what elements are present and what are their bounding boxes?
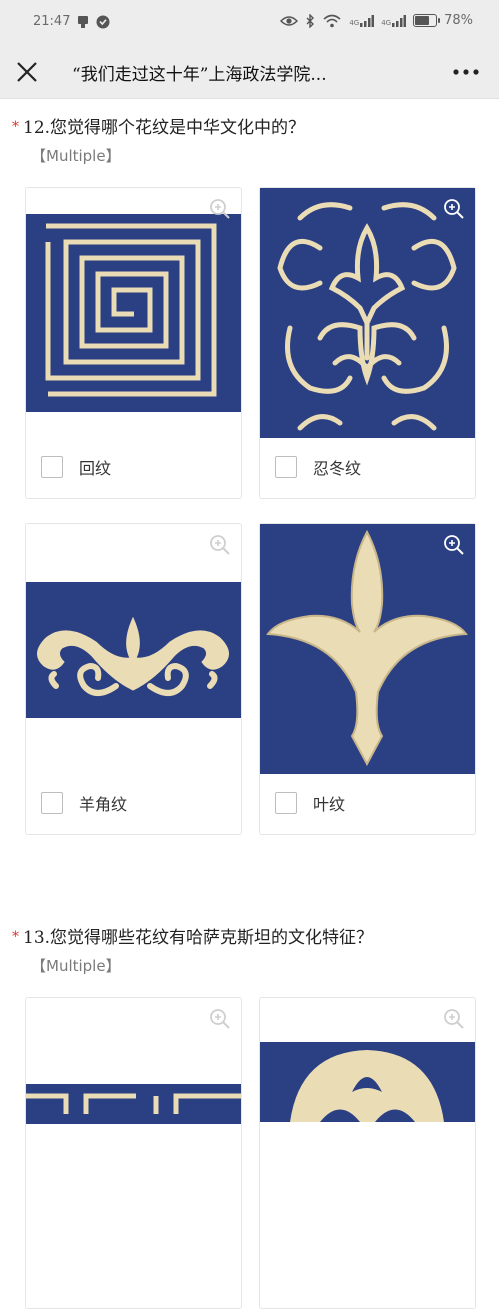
question-text: 12.您觉得哪个花纹是中华文化中的？ — [23, 118, 306, 138]
zoom-icon[interactable] — [443, 198, 465, 220]
checkbox[interactable] — [275, 792, 297, 814]
battery-percent: 78% — [444, 13, 473, 28]
option-checkbox-row[interactable]: 忍冬纹 — [275, 455, 361, 479]
question-type-tag: 【Multiple】 — [31, 957, 121, 975]
wifi-icon — [323, 14, 341, 27]
eye-icon — [280, 15, 299, 26]
leaf-pattern-image — [260, 524, 475, 774]
rendong-pattern-image — [260, 188, 475, 438]
circle-pattern-image — [260, 1042, 475, 1122]
notification-icon — [78, 15, 89, 28]
more-icon[interactable] — [451, 61, 481, 83]
question-text: 13.您觉得哪些花纹有哈萨克斯坦的文化特征？ — [23, 928, 374, 948]
question-type-tag: 【Multiple】 — [31, 147, 121, 165]
heart-shield-icon — [96, 15, 110, 28]
option-card[interactable]: 回纹 — [25, 187, 242, 499]
required-star: * — [12, 119, 19, 135]
option-label: 忍冬纹 — [313, 459, 362, 478]
required-star: * — [12, 929, 19, 945]
option-card[interactable]: 忍冬纹 — [259, 187, 476, 499]
option-label: 回纹 — [79, 459, 112, 478]
checkbox[interactable] — [41, 456, 63, 478]
option-checkbox-row[interactable]: 回纹 — [41, 455, 111, 479]
option-card[interactable] — [25, 997, 242, 1309]
zoom-icon[interactable] — [209, 198, 231, 220]
option-card[interactable]: 羊角纹 — [25, 523, 242, 835]
signal-1-icon: 4G — [349, 14, 375, 27]
zoom-icon[interactable] — [209, 1008, 231, 1030]
signal-2-icon: 4G — [381, 14, 407, 27]
nav-bar: “我们走过这十年”上海政法学院... — [0, 46, 499, 99]
close-icon[interactable] — [14, 59, 40, 85]
question-title: * 12.您觉得哪个花纹是中华文化中的？ — [12, 113, 305, 138]
ram-horn-pattern-image — [26, 582, 241, 718]
zoom-icon[interactable] — [209, 534, 231, 556]
status-bar: 21:47 4G 4G 78% — [0, 0, 499, 46]
option-checkbox-row[interactable]: 叶纹 — [275, 791, 345, 815]
option-label: 叶纹 — [313, 795, 346, 814]
page-title: “我们走过这十年”上海政法学院... — [72, 65, 327, 85]
zoom-icon[interactable] — [443, 534, 465, 556]
hui-pattern-image — [26, 214, 241, 412]
bluetooth-icon — [306, 13, 315, 28]
checkbox[interactable] — [41, 792, 63, 814]
clock-text: 21:47 — [33, 14, 71, 29]
option-checkbox-row[interactable]: 羊角纹 — [41, 791, 127, 815]
battery-icon — [413, 14, 441, 27]
zoom-icon[interactable] — [443, 1008, 465, 1030]
border-pattern-image — [26, 1084, 241, 1124]
checkbox[interactable] — [275, 456, 297, 478]
option-card[interactable]: 叶纹 — [259, 523, 476, 835]
question-title: * 13.您觉得哪些花纹有哈萨克斯坦的文化特征？ — [12, 923, 373, 948]
option-label: 羊角纹 — [79, 795, 128, 814]
option-card[interactable] — [259, 997, 476, 1309]
